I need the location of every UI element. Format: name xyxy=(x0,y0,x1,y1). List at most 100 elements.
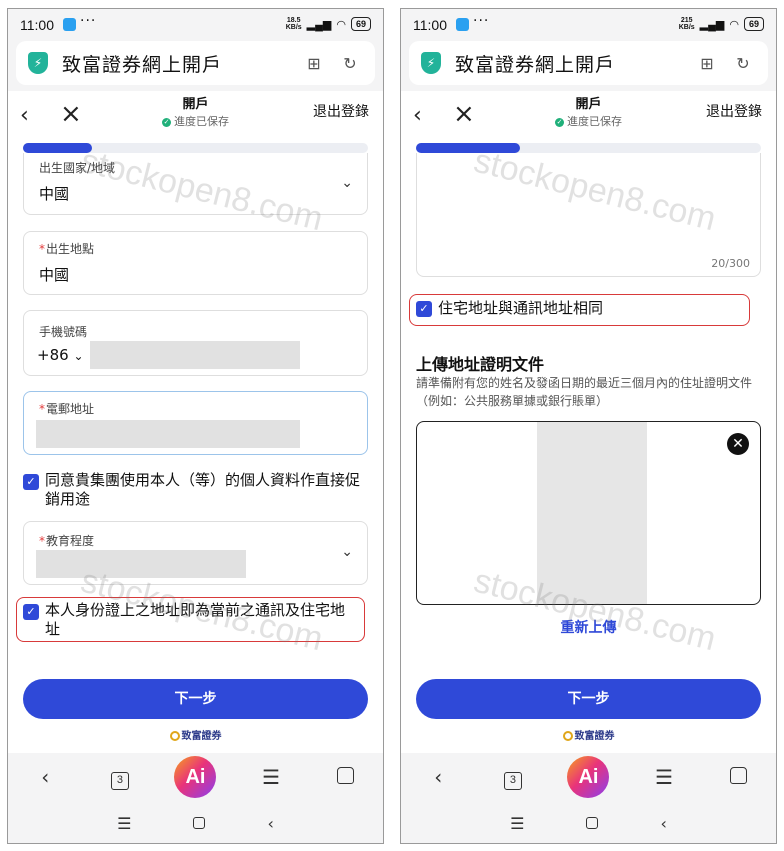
more-notifications-icon: ··· xyxy=(473,13,490,29)
back-icon[interactable]: ‹ xyxy=(418,765,458,789)
birth-place-label: 出生地點 xyxy=(46,242,95,256)
same-address-checkbox[interactable]: ✓ 住宅地址與通訊地址相同 xyxy=(416,299,761,318)
brand-icon xyxy=(169,731,180,741)
recents-icon[interactable]: ☰ xyxy=(117,814,131,833)
birth-country-label: 出生國家/地域 xyxy=(39,161,116,175)
phone-label: 手機號碼 xyxy=(39,325,88,339)
status-bar: 11:00 ··· 215 KB/s ▂▄▆ ◠ 69 xyxy=(401,9,776,41)
chevron-down-icon: ⌄ xyxy=(341,544,353,560)
upload-preview[interactable]: ✕ xyxy=(416,421,761,605)
network-speed: 215 KB/s xyxy=(678,17,695,31)
education-select[interactable]: *教育程度 ⌄ xyxy=(23,521,368,585)
chevron-down-icon: ⌄ xyxy=(73,349,84,363)
uploaded-document-image xyxy=(537,422,647,604)
form-page: ‹ × 開戶 ✓ 進度已保存 退出登錄 20/300 ✓ 住宅地址與通訊地址相同 … xyxy=(401,91,776,753)
browser-address-bar[interactable]: ⚡ 致富證券網上開戶 ⊞ ↻ xyxy=(409,41,768,85)
consent-checkbox[interactable]: ✓ 同意貴集團使用本人（等）的個人資料作直接促銷用途 xyxy=(23,471,368,509)
menu-icon[interactable]: ☰ xyxy=(644,765,684,789)
more-notifications-icon: ··· xyxy=(80,13,97,29)
ai-assistant-button[interactable]: Ai xyxy=(174,756,217,798)
email-label: 電郵地址 xyxy=(46,402,95,416)
next-button[interactable]: 下一步 xyxy=(416,679,761,719)
top-nav: ‹ × 開戶 ✓ 進度已保存 退出登錄 xyxy=(401,91,776,143)
checkbox-checked-icon[interactable]: ✓ xyxy=(23,474,39,490)
right-phone-screenshot: 11:00 ··· 215 KB/s ▂▄▆ ◠ 69 ⚡ 致富證券網上開戶 ⊞ … xyxy=(400,8,777,844)
birth-country-value: 中國 xyxy=(39,185,70,203)
left-phone-screenshot: 11:00 ··· 18.5 KB/s ▂▄▆ ◠ 69 ⚡ 致富證券網上開戶 ⊞… xyxy=(7,8,384,844)
browser-address-bar[interactable]: ⚡ 致富證券網上開戶 ⊞ ↻ xyxy=(16,41,375,85)
battery-icon: 69 xyxy=(743,17,764,31)
home-square-icon[interactable] xyxy=(193,817,206,829)
shield-icon: ⚡ xyxy=(28,52,48,74)
menu-icon[interactable]: ☰ xyxy=(251,765,291,789)
home-square-icon[interactable] xyxy=(586,817,599,829)
checkbox-checked-icon[interactable]: ✓ xyxy=(23,604,39,620)
education-label: 教育程度 xyxy=(46,534,95,548)
signal-icon: ▂▄▆ xyxy=(699,18,725,31)
char-counter: 20/300 xyxy=(711,257,750,270)
upload-description: 請準備附有您的姓名及發函日期的最近三個月內的住址證明文件（例如：公共服務單據或銀… xyxy=(416,376,753,408)
upload-title: 上傳地址證明文件 xyxy=(416,355,545,374)
id-address-checkbox[interactable]: ✓ 本人身份證上之地址即為當前之通訊及住宅地址 xyxy=(23,601,359,639)
status-time: 11:00 xyxy=(413,17,447,33)
form-page: ‹ × 開戶 ✓ 進度已保存 退出登錄 出生國家/地域 中國 ⌄ *出生地點 中國… xyxy=(8,91,383,753)
refresh-icon[interactable]: ↻ xyxy=(730,54,756,73)
wifi-icon: ◠ xyxy=(729,18,739,31)
wifi-icon: ◠ xyxy=(336,18,346,31)
back-icon[interactable]: ‹ xyxy=(25,765,65,789)
redacted-email xyxy=(36,420,300,448)
checkbox-checked-icon[interactable]: ✓ xyxy=(416,301,432,317)
check-circle-icon: ✓ xyxy=(162,117,171,127)
system-back-icon[interactable]: ‹ xyxy=(267,814,273,833)
browser-page-title: 致富證券網上開戶 xyxy=(62,53,223,76)
system-nav-bar: ☰ ‹ xyxy=(401,801,776,843)
next-button[interactable]: 下一步 xyxy=(23,679,368,719)
consent-text: 同意貴集團使用本人（等）的個人資料作直接促銷用途 xyxy=(45,471,361,508)
home-icon[interactable] xyxy=(326,765,366,789)
chevron-down-icon: ⌄ xyxy=(341,175,353,191)
birth-place-value: 中國 xyxy=(39,266,70,284)
system-back-icon[interactable]: ‹ xyxy=(660,814,666,833)
battery-icon: 69 xyxy=(350,17,371,31)
tabs-button[interactable]: 3 xyxy=(100,764,140,790)
country-code-select[interactable]: +86 ⌄ xyxy=(37,346,84,364)
status-bar: 11:00 ··· 18.5 KB/s ▂▄▆ ◠ 69 xyxy=(8,9,383,41)
logout-button[interactable]: 退出登錄 xyxy=(313,101,369,121)
reupload-button[interactable]: 重新上傳 xyxy=(401,617,776,637)
remove-file-icon[interactable]: ✕ xyxy=(727,433,749,455)
top-nav: ‹ × 開戶 ✓ 進度已保存 退出登錄 xyxy=(8,91,383,143)
progress-bar xyxy=(416,143,761,153)
redacted-education xyxy=(36,550,246,578)
network-speed: 18.5 KB/s xyxy=(285,17,302,31)
tabs-button[interactable]: 3 xyxy=(493,764,533,790)
birth-place-field[interactable]: *出生地點 中國 xyxy=(23,231,368,295)
address-textarea[interactable]: 20/300 xyxy=(416,153,761,277)
progress-bar xyxy=(23,143,368,153)
signal-icon: ▂▄▆ xyxy=(306,18,332,31)
browser-bottom-bar: ‹ 3 Ai ☰ xyxy=(8,753,383,801)
id-address-text: 本人身份證上之地址即為當前之通訊及住宅地址 xyxy=(45,601,346,638)
browser-bottom-bar: ‹ 3 Ai ☰ xyxy=(401,753,776,801)
phone-field[interactable]: 手機號碼 +86 ⌄ xyxy=(23,310,368,376)
status-time: 11:00 xyxy=(20,17,54,33)
recents-icon[interactable]: ☰ xyxy=(510,814,524,833)
ai-assistant-button[interactable]: Ai xyxy=(567,756,610,798)
cloud-app-icon xyxy=(456,18,469,31)
logout-button[interactable]: 退出登錄 xyxy=(706,101,762,121)
home-icon[interactable] xyxy=(719,765,759,789)
shield-icon: ⚡ xyxy=(421,52,441,74)
bookmark-add-icon[interactable]: ⊞ xyxy=(301,54,327,73)
brand-logo: 致富證券 xyxy=(401,727,776,742)
redacted-phone-number xyxy=(90,341,300,369)
progress-fill xyxy=(416,143,520,153)
bookmark-add-icon[interactable]: ⊞ xyxy=(694,54,720,73)
brand-logo: 致富證券 xyxy=(8,727,383,742)
progress-fill xyxy=(23,143,92,153)
birth-country-select[interactable]: 出生國家/地域 中國 ⌄ xyxy=(23,153,368,215)
brand-icon xyxy=(562,731,573,741)
refresh-icon[interactable]: ↻ xyxy=(337,54,363,73)
email-field[interactable]: *電郵地址 xyxy=(23,391,368,455)
cloud-app-icon xyxy=(63,18,76,31)
check-circle-icon: ✓ xyxy=(555,117,564,127)
system-nav-bar: ☰ ‹ xyxy=(8,801,383,843)
